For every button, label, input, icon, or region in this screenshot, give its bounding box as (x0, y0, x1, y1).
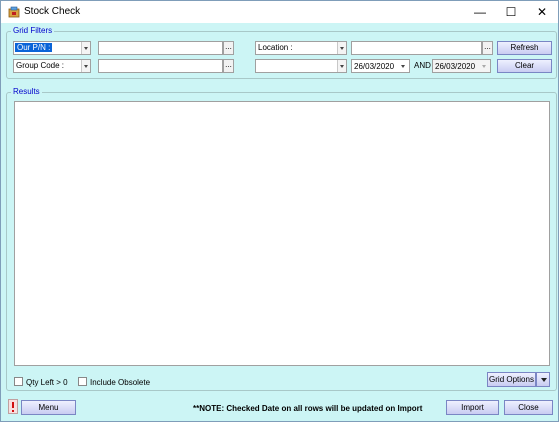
location-browse-button[interactable]: ... (482, 41, 493, 55)
filter2-browse-button[interactable]: ... (223, 59, 234, 73)
grid-options-dropdown-button[interactable] (536, 372, 550, 387)
close-icon: ✕ (536, 5, 548, 19)
filter1-browse-button[interactable]: ... (223, 41, 234, 55)
filter2-value-input[interactable] (98, 59, 223, 73)
results-legend: Results (11, 87, 42, 96)
date-to-picker[interactable]: 26/03/2020 (432, 59, 491, 73)
close-window-button[interactable]: ✕ (526, 1, 558, 23)
import-note: **NOTE: Checked Date on all rows will be… (193, 404, 423, 413)
qty-left-checkbox[interactable] (14, 377, 23, 386)
location-value-input[interactable] (351, 41, 482, 55)
date-to-value: 26/03/2020 (435, 62, 476, 71)
chevron-down-icon (81, 60, 90, 72)
chevron-down-icon (541, 378, 547, 382)
app-icon (8, 6, 20, 18)
and-label: AND (414, 61, 431, 70)
chevron-down-icon (481, 61, 489, 71)
alert-icon[interactable] (8, 399, 18, 414)
menu-button[interactable]: Menu (21, 400, 76, 415)
refresh-button[interactable]: Refresh (497, 41, 552, 55)
date-field-combo[interactable] (255, 59, 347, 73)
filter1-value-input[interactable] (98, 41, 223, 55)
qty-left-label: Qty Left > 0 (26, 378, 68, 387)
filter2-field-value: Group Code : (16, 61, 65, 70)
stock-check-window: Stock Check — ☐ ✕ Grid Filters Our P/N :… (0, 0, 559, 422)
grid-options-button[interactable]: Grid Options (487, 372, 536, 387)
date-from-picker[interactable]: 26/03/2020 (351, 59, 410, 73)
include-obsolete-checkbox[interactable] (78, 377, 87, 386)
location-field-combo[interactable]: Location : (255, 41, 347, 55)
maximize-icon: ☐ (505, 5, 517, 19)
chevron-down-icon (337, 42, 346, 54)
minimize-icon: — (474, 5, 486, 19)
filter1-field-value: Our P/N : (15, 43, 53, 52)
chevron-down-icon (81, 42, 90, 54)
filter1-field-combo[interactable]: Our P/N : (13, 41, 91, 55)
grid-filters-legend: Grid Filters (11, 26, 55, 35)
title-bar: Stock Check — ☐ ✕ (1, 1, 558, 23)
clear-button[interactable]: Clear (497, 59, 552, 73)
location-field-value: Location : (258, 43, 293, 52)
chevron-down-icon (400, 61, 408, 71)
filter2-field-combo[interactable]: Group Code : (13, 59, 91, 73)
close-button[interactable]: Close (504, 400, 553, 415)
date-from-value: 26/03/2020 (354, 62, 395, 71)
chevron-down-icon (337, 60, 346, 72)
import-button[interactable]: Import (446, 400, 499, 415)
window-title: Stock Check (24, 6, 81, 17)
include-obsolete-label: Include Obsolete (90, 378, 151, 387)
results-grid[interactable] (14, 101, 550, 366)
minimize-button[interactable]: — (464, 1, 496, 23)
maximize-button[interactable]: ☐ (495, 1, 527, 23)
